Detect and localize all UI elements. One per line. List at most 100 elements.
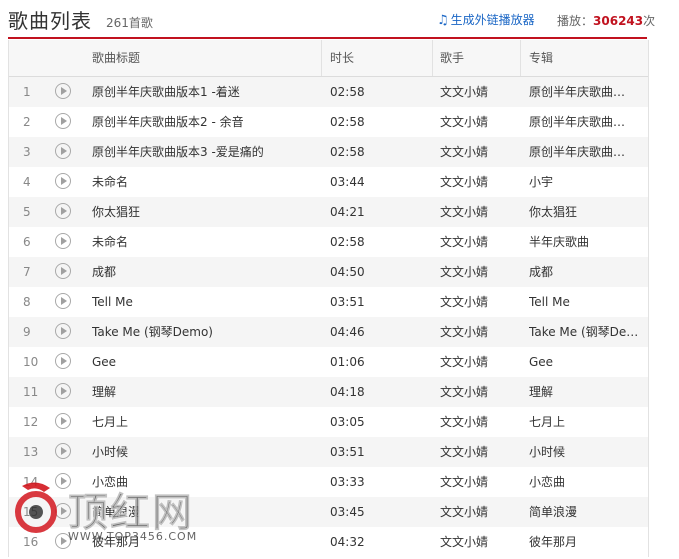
song-album[interactable]: 原创半年庆歌曲… — [529, 77, 641, 107]
song-artist[interactable]: 文文小婧 — [440, 437, 488, 467]
song-album[interactable]: 原创半年庆歌曲… — [529, 137, 641, 167]
play-circle-icon[interactable] — [55, 353, 71, 369]
play-circle-icon[interactable] — [55, 173, 71, 189]
header-divider — [8, 37, 647, 39]
song-title[interactable]: 小恋曲 — [92, 467, 322, 497]
column-duration[interactable]: 时长 — [330, 40, 354, 76]
song-title[interactable]: 彼年那月 — [92, 527, 322, 557]
column-song-title[interactable]: 歌曲标题 — [92, 40, 140, 76]
play-circle-icon[interactable] — [55, 413, 71, 429]
song-album[interactable]: Take Me (钢琴De… — [529, 317, 641, 347]
song-title[interactable]: 简单浪漫 — [92, 497, 322, 527]
song-album[interactable]: Tell Me — [529, 287, 641, 317]
song-title[interactable]: Gee — [92, 347, 322, 377]
song-artist[interactable]: 文文小婧 — [440, 137, 488, 167]
song-title[interactable]: 成都 — [92, 257, 322, 287]
page-title: 歌曲列表 — [8, 9, 92, 33]
song-artist[interactable]: 文文小婧 — [440, 257, 488, 287]
table-row[interactable]: 3 原创半年庆歌曲版本3 -爱是痛的 02:58 文文小婧 原创半年庆歌曲… — [9, 137, 648, 167]
song-title[interactable]: 你太猖狂 — [92, 197, 322, 227]
song-artist[interactable]: 文文小婧 — [440, 467, 488, 497]
song-artist[interactable]: 文文小婧 — [440, 527, 488, 557]
play-circle-icon[interactable] — [55, 83, 71, 99]
song-artist[interactable]: 文文小婧 — [440, 227, 488, 257]
play-count-label: 播放： — [557, 14, 594, 28]
song-album[interactable]: Gee — [529, 347, 641, 377]
song-album[interactable]: 彼年那月 — [529, 527, 641, 557]
play-count-number: 306243 — [593, 14, 644, 28]
song-artist[interactable]: 文文小婧 — [440, 287, 488, 317]
song-title[interactable]: Take Me (钢琴Demo) — [92, 317, 322, 347]
play-circle-icon[interactable] — [55, 263, 71, 279]
song-album[interactable]: 小宇 — [529, 167, 641, 197]
song-title[interactable]: 未命名 — [92, 227, 322, 257]
table-row[interactable]: 13 小时候 03:51 文文小婧 小时候 — [9, 437, 648, 467]
song-duration: 01:06 — [330, 355, 365, 369]
song-artist[interactable]: 文文小婧 — [440, 317, 488, 347]
table-row[interactable]: 7 成都 04:50 文文小婧 成都 — [9, 257, 648, 287]
play-circle-icon[interactable] — [55, 473, 71, 489]
song-artist[interactable]: 文文小婧 — [440, 497, 488, 527]
table-row[interactable]: 16 彼年那月 04:32 文文小婧 彼年那月 — [9, 527, 648, 557]
song-artist[interactable]: 文文小婧 — [440, 377, 488, 407]
song-album[interactable]: 七月上 — [529, 407, 641, 437]
table-row[interactable]: 9 Take Me (钢琴Demo) 04:46 文文小婧 Take Me (钢琴De… — [9, 317, 648, 347]
play-circle-icon[interactable] — [55, 503, 71, 519]
play-circle-icon[interactable] — [55, 203, 71, 219]
table-row[interactable]: 6 未命名 02:58 文文小婧 半年庆歌曲 — [9, 227, 648, 257]
play-circle-icon[interactable] — [55, 113, 71, 129]
song-duration: 02:58 — [330, 115, 365, 129]
generate-player-link[interactable]: ♫ 生成外链播放器 — [437, 11, 535, 28]
play-circle-icon[interactable] — [55, 323, 71, 339]
play-circle-icon[interactable] — [55, 383, 71, 399]
song-duration: 04:46 — [330, 325, 365, 339]
song-album[interactable]: 半年庆歌曲 — [529, 227, 641, 257]
song-album[interactable]: 简单浪漫 — [529, 497, 641, 527]
table-row[interactable]: 10 Gee 01:06 文文小婧 Gee — [9, 347, 648, 377]
song-index: 6 — [23, 235, 31, 249]
song-title[interactable]: 小时候 — [92, 437, 322, 467]
song-title[interactable]: 原创半年庆歌曲版本2 - 余音 — [92, 107, 322, 137]
song-title[interactable]: 未命名 — [92, 167, 322, 197]
song-artist[interactable]: 文文小婧 — [440, 407, 488, 437]
table-row[interactable]: 14 小恋曲 03:33 文文小婧 小恋曲 — [9, 467, 648, 497]
column-artist[interactable]: 歌手 — [440, 40, 464, 76]
table-row[interactable]: 12 七月上 03:05 文文小婧 七月上 — [9, 407, 648, 437]
song-artist[interactable]: 文文小婧 — [440, 167, 488, 197]
song-title[interactable]: 七月上 — [92, 407, 322, 437]
table-row[interactable]: 15 简单浪漫 03:45 文文小婧 简单浪漫 — [9, 497, 648, 527]
song-title[interactable]: 原创半年庆歌曲版本3 -爱是痛的 — [92, 137, 322, 167]
column-album[interactable]: 专辑 — [529, 40, 553, 76]
table-row[interactable]: 1 原创半年庆歌曲版本1 -着迷 02:58 文文小婧 原创半年庆歌曲… — [9, 77, 648, 107]
song-artist[interactable]: 文文小婧 — [440, 107, 488, 137]
table-row[interactable]: 5 你太猖狂 04:21 文文小婧 你太猖狂 — [9, 197, 648, 227]
song-index: 12 — [23, 415, 39, 429]
song-album[interactable]: 小时候 — [529, 437, 641, 467]
song-artist[interactable]: 文文小婧 — [440, 197, 488, 227]
song-artist[interactable]: 文文小婧 — [440, 77, 488, 107]
song-duration: 03:44 — [330, 175, 365, 189]
table-row[interactable]: 11 理解 04:18 文文小婧 理解 — [9, 377, 648, 407]
song-album[interactable]: 原创半年庆歌曲… — [529, 107, 641, 137]
play-circle-icon[interactable] — [55, 143, 71, 159]
song-title[interactable]: 理解 — [92, 377, 322, 407]
play-circle-icon[interactable] — [55, 443, 71, 459]
play-circle-icon[interactable] — [55, 233, 71, 249]
song-index: 1 — [23, 85, 31, 99]
song-album[interactable]: 你太猖狂 — [529, 197, 641, 227]
table-row[interactable]: 2 原创半年庆歌曲版本2 - 余音 02:58 文文小婧 原创半年庆歌曲… — [9, 107, 648, 137]
song-album[interactable]: 理解 — [529, 377, 641, 407]
song-title[interactable]: Tell Me — [92, 287, 322, 317]
song-duration: 03:51 — [330, 445, 365, 459]
song-album[interactable]: 成都 — [529, 257, 641, 287]
play-circle-icon[interactable] — [55, 293, 71, 309]
song-duration: 03:51 — [330, 295, 365, 309]
song-title[interactable]: 原创半年庆歌曲版本1 -着迷 — [92, 77, 322, 107]
table-row[interactable]: 4 未命名 03:44 文文小婧 小宇 — [9, 167, 648, 197]
table-row[interactable]: 8 Tell Me 03:51 文文小婧 Tell Me — [9, 287, 648, 317]
play-circle-icon[interactable] — [55, 533, 71, 549]
song-index: 8 — [23, 295, 31, 309]
song-index: 15 — [23, 505, 39, 519]
song-artist[interactable]: 文文小婧 — [440, 347, 488, 377]
song-album[interactable]: 小恋曲 — [529, 467, 641, 497]
